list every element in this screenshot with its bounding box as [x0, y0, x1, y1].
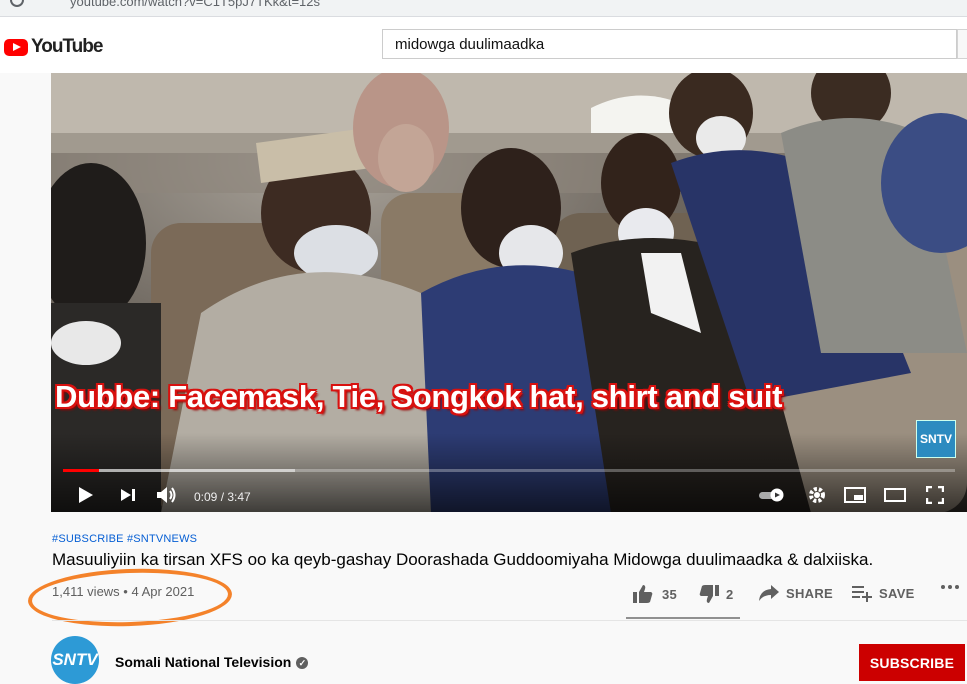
reload-icon[interactable] [10, 0, 24, 7]
save-label: SAVE [879, 585, 915, 601]
more-actions-button[interactable] [940, 584, 960, 590]
youtube-logo-text: YouTube [31, 36, 103, 57]
duration: 3:47 [227, 490, 251, 504]
verified-badge-icon: ✓ [296, 657, 309, 669]
video-title: Masuuliyiin ka tirsan XFS oo ka qeyb-gas… [52, 550, 874, 569]
miniplayer-icon[interactable] [843, 481, 867, 509]
search-box[interactable] [382, 29, 957, 59]
browser-address-bar[interactable]: youtube.com/watch?v=C1T5pJ7TKk&t=12s [0, 0, 967, 17]
thumbs-down-icon [699, 585, 719, 603]
save-button[interactable]: SAVE [851, 584, 915, 602]
share-label: SHARE [786, 585, 834, 601]
like-count: 35 [662, 586, 678, 602]
dislike-button[interactable]: 2 [698, 584, 734, 604]
channel-watermark[interactable]: SNTV [916, 420, 956, 458]
channel-name-link[interactable]: Somali National Television ✓ [115, 654, 309, 670]
play-icon[interactable] [75, 481, 97, 509]
fullscreen-icon[interactable] [925, 481, 945, 509]
video-frame [51, 73, 967, 512]
avatar-text: SNTV [52, 650, 98, 669]
like-button[interactable]: 35 [632, 584, 677, 604]
url-text[interactable]: youtube.com/watch?v=C1T5pJ7TKk&t=12s [70, 0, 320, 9]
channel-avatar[interactable]: SNTV [51, 636, 99, 684]
channel-name: Somali National Television [115, 654, 292, 670]
search-button[interactable] [957, 29, 967, 59]
dislike-count: 2 [726, 586, 734, 602]
theater-mode-icon[interactable] [883, 481, 907, 509]
progress-played [63, 469, 99, 472]
youtube-play-icon [4, 38, 28, 56]
autoplay-toggle[interactable] [757, 481, 787, 509]
time-display: 0:09 / 3:47 [194, 490, 251, 504]
next-icon[interactable] [117, 481, 139, 509]
thumbs-up-icon [633, 585, 653, 603]
progress-bar[interactable] [63, 469, 955, 472]
subscribe-button[interactable]: SUBSCRIBE [859, 644, 965, 681]
settings-gear-icon[interactable] [807, 481, 827, 509]
youtube-header: YouTube [0, 17, 967, 73]
more-horiz-icon [941, 585, 959, 589]
search-input[interactable] [383, 30, 947, 58]
share-button[interactable]: SHARE [758, 584, 833, 602]
hashtags[interactable]: #SUBSCRIBE #SNTVNEWS [52, 533, 197, 545]
player-controls: 0:09 / 3:47 [51, 477, 967, 512]
youtube-logo[interactable]: YouTube [4, 36, 103, 58]
like-ratio-bar [626, 617, 740, 619]
share-arrow-icon [759, 585, 779, 601]
video-caption-overlay: Dubbe: Facemask, Tie, Songkok hat, shirt… [55, 379, 783, 414]
divider [52, 620, 967, 621]
current-time: 0:09 [194, 490, 218, 504]
volume-icon[interactable] [155, 481, 179, 509]
time-separator: / [217, 490, 228, 504]
video-player[interactable]: Dubbe: Facemask, Tie, Songkok hat, shirt… [51, 73, 967, 512]
playlist-add-icon [852, 586, 872, 602]
